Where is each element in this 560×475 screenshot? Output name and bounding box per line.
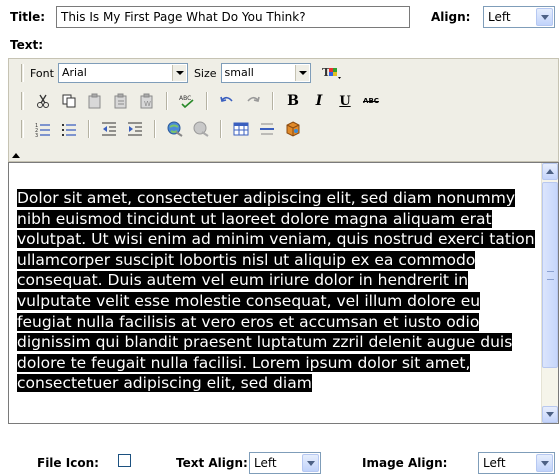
font-select[interactable]: Arial <box>57 63 188 83</box>
text-label: Text: <box>10 38 44 52</box>
svg-text:W: W <box>144 100 151 108</box>
toolbar-separator <box>154 120 156 138</box>
align-label: Align: <box>431 10 471 24</box>
chevron-down-icon[interactable] <box>536 8 553 26</box>
content-scrollbar[interactable] <box>541 163 558 423</box>
selected-text: Dolor sit amet, consectetuer adipiscing … <box>17 189 535 393</box>
collapse-toolbar-icon[interactable] <box>12 153 20 158</box>
align-select[interactable]: Left <box>483 6 555 28</box>
toolbar-separator <box>88 120 90 138</box>
scroll-thumb[interactable] <box>542 182 558 368</box>
text-align-select[interactable]: Left <box>249 452 321 474</box>
text-align-label: Text Align: <box>176 456 248 470</box>
chevron-down-icon[interactable] <box>294 65 309 81</box>
italic-button[interactable]: I <box>308 91 330 111</box>
align-select-value: Left <box>488 10 511 24</box>
image-align-label: Image Align: <box>362 456 448 470</box>
paste-word-icon[interactable]: W <box>136 91 158 111</box>
toolbar-separator <box>206 92 208 110</box>
file-icon-checkbox[interactable] <box>118 454 131 467</box>
size-select[interactable]: small <box>220 63 311 83</box>
editor-toolbar: Font Arial Size small T W ABC B I U ABC … <box>8 58 559 162</box>
font-label: Font <box>30 66 54 80</box>
strikethrough-button[interactable]: ABC <box>360 91 382 111</box>
undo-icon[interactable] <box>216 91 238 111</box>
spellcheck-icon[interactable]: ABC <box>176 91 198 111</box>
text-align-value: Left <box>254 456 277 470</box>
toolbar-grip <box>21 92 24 110</box>
size-select-value: small <box>224 66 254 79</box>
text-color-icon[interactable]: T <box>319 63 345 83</box>
toolbar-separator <box>166 92 168 110</box>
insert-link-icon[interactable] <box>164 119 186 139</box>
size-label: Size <box>193 66 217 80</box>
content-text[interactable]: Dolor sit amet, consectetuer adipiscing … <box>17 188 535 394</box>
indent-icon[interactable] <box>124 119 146 139</box>
bulleted-list-icon[interactable] <box>58 119 80 139</box>
title-label: Title: <box>10 10 46 24</box>
font-select-value: Arial <box>61 66 87 79</box>
bold-button[interactable]: B <box>282 91 304 111</box>
chevron-down-icon[interactable] <box>536 454 553 472</box>
remove-link-icon[interactable] <box>190 119 212 139</box>
chevron-down-icon[interactable] <box>171 65 186 81</box>
outdent-icon[interactable] <box>98 119 120 139</box>
svg-text:ABC: ABC <box>179 95 191 102</box>
paste-icon[interactable] <box>84 91 106 111</box>
toolbar-row-3: 123 <box>9 117 306 141</box>
scroll-up-icon[interactable] <box>542 163 558 180</box>
toolbar-row-1: Font Arial Size small T <box>9 61 347 85</box>
editor-content[interactable]: Dolor sit amet, consectetuer adipiscing … <box>8 162 559 424</box>
toolbar-separator <box>220 120 222 138</box>
numbered-list-icon[interactable]: 123 <box>32 119 54 139</box>
chevron-down-icon[interactable] <box>302 454 319 472</box>
paste-text-icon[interactable] <box>110 91 132 111</box>
title-input[interactable]: This Is My First Page What Do You Think? <box>56 6 410 28</box>
underline-button[interactable]: U <box>334 91 356 111</box>
toolbar-grip <box>21 120 24 138</box>
insert-table-icon[interactable] <box>230 119 252 139</box>
toolbar-separator <box>272 92 274 110</box>
scissors-icon[interactable] <box>32 91 54 111</box>
toolbar-row-2: W ABC B I U ABC <box>9 89 384 113</box>
redo-icon[interactable] <box>242 91 264 111</box>
copy-icon[interactable] <box>58 91 80 111</box>
image-align-select[interactable]: Left <box>478 452 555 474</box>
horizontal-rule-icon[interactable] <box>256 119 278 139</box>
insert-object-icon[interactable] <box>282 119 304 139</box>
file-icon-label: File Icon: <box>37 456 99 470</box>
svg-text:3: 3 <box>35 133 38 137</box>
toolbar-grip <box>21 64 24 82</box>
scroll-down-icon[interactable] <box>542 406 558 423</box>
image-align-value: Left <box>483 456 506 470</box>
